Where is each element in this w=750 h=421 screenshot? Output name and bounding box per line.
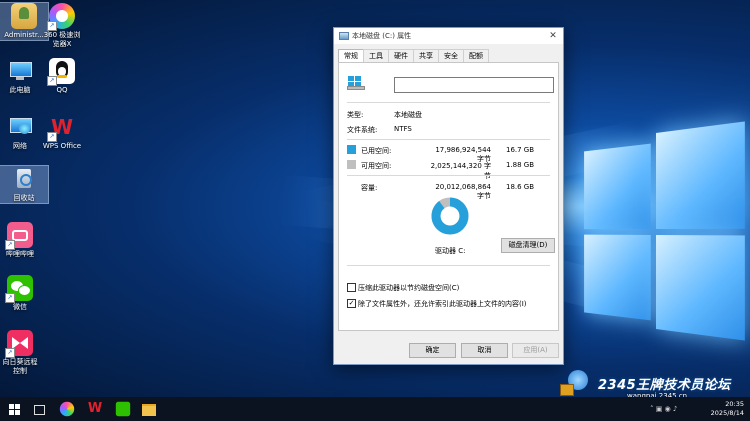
desktop-icon-label: 微信 — [13, 303, 27, 311]
type-label: 类型: — [347, 111, 364, 119]
desktop: Administr... ↗ 360 极速浏 览器X 此电脑 ↗ QQ 网络 W… — [0, 0, 750, 397]
desktop-icon-bilibili[interactable]: ↗ 哔哩哔哩 — [0, 222, 44, 259]
desktop-icon-label: 向日葵远程 — [2, 358, 38, 366]
cancel-button[interactable]: 取消 — [461, 343, 508, 358]
recycle-bin-icon — [11, 166, 37, 192]
desktop-icon-label: 览器X — [52, 40, 72, 48]
drive-letter-label: 驱动器 C: — [435, 247, 466, 255]
free-space-label: 可用空间: — [361, 162, 392, 170]
desktop-icon-label: 360 极速浏 — [43, 31, 81, 39]
free-space-swatch — [347, 160, 356, 169]
tray-icons[interactable]: ˄ ▣ ◉ ♪ — [650, 405, 677, 413]
apply-button[interactable]: 应用(A) — [512, 343, 559, 358]
taskbar-file-explorer-icon[interactable] — [140, 400, 158, 418]
drive-icon — [339, 32, 349, 40]
network-icon — [7, 114, 33, 140]
disk-usage-donut — [431, 197, 469, 235]
taskbar-wps-icon[interactable]: W — [86, 400, 104, 418]
windows-logo — [584, 121, 745, 341]
filesystem-label: 文件系统: — [347, 126, 378, 134]
desktop-icon-qq[interactable]: ↗ QQ — [38, 58, 86, 95]
360-browser-icon: ↗ — [47, 3, 75, 31]
tab-hardware[interactable]: 硬件 — [388, 49, 414, 62]
compress-checkbox[interactable] — [347, 283, 356, 292]
divider — [347, 139, 550, 140]
taskbar: W ˄ ▣ ◉ ♪ 20:35 2025/8/14 — [0, 397, 750, 421]
desktop-icon-label: 哔哩哔哩 — [6, 250, 34, 258]
disk-properties-dialog: 本地磁盘 (C:) 属性 ✕ 常规 工具 硬件 共享 安全 配额 类型: 本地磁… — [333, 27, 564, 365]
wps-office-icon: W ↗ — [47, 114, 75, 142]
bilibili-icon: ↗ — [5, 222, 33, 250]
desktop-icon-sunlogin[interactable]: ↗ 向日葵远程 控制 — [0, 330, 44, 376]
divider — [347, 102, 550, 103]
desktop-icon-label: 回收站 — [13, 194, 35, 202]
donut-used-segment — [431, 197, 469, 235]
drive-name-input[interactable] — [394, 77, 554, 93]
type-value: 本地磁盘 — [394, 111, 422, 119]
dialog-title: 本地磁盘 (C:) 属性 — [352, 32, 412, 40]
used-space-gb: 16.7 GB — [506, 146, 535, 154]
divider — [347, 175, 550, 176]
disk-cleanup-button[interactable]: 磁盘清理(D) — [501, 238, 555, 253]
desktop-icon-wechat[interactable]: ↗ 微信 — [0, 275, 44, 312]
tab-strip: 常规 工具 硬件 共享 安全 配额 — [338, 49, 489, 63]
ok-button[interactable]: 确定 — [409, 343, 456, 358]
divider — [347, 265, 550, 266]
dialog-titlebar[interactable]: 本地磁盘 (C:) 属性 ✕ — [334, 28, 563, 44]
general-panel: 类型: 本地磁盘 文件系统: NTFS 已用空间: 17,986,924,544… — [338, 62, 559, 331]
tab-tools[interactable]: 工具 — [363, 49, 389, 62]
free-space-gb: 1.88 GB — [506, 161, 535, 169]
desktop-icon-label: QQ — [56, 86, 68, 94]
sunlogin-icon: ↗ — [5, 330, 33, 358]
filesystem-value: NTFS — [394, 125, 412, 133]
taskbar-360-browser-icon[interactable] — [59, 401, 75, 417]
compress-label: 压缩此驱动器以节约磁盘空间(C) — [358, 284, 460, 292]
desktop-icon-label: 控制 — [13, 367, 27, 375]
task-view-icon[interactable] — [30, 400, 48, 418]
desktop-icon-wps-office[interactable]: W ↗ WPS Office — [38, 114, 86, 151]
used-space-swatch — [347, 145, 356, 154]
desktop-icon-360-browser[interactable]: ↗ 360 极速浏 览器X — [38, 3, 86, 49]
index-label: 除了文件属性外，还允许索引此驱动器上文件的内容(I) — [358, 300, 527, 308]
tab-general[interactable]: 常规 — [338, 49, 364, 63]
capacity-label: 容量: — [361, 184, 378, 192]
system-clock[interactable]: 20:35 2025/8/14 — [711, 400, 744, 418]
desktop-icon-recycle-bin[interactable]: 回收站 — [0, 165, 49, 204]
clock-date: 2025/8/14 — [710, 409, 744, 417]
tab-security[interactable]: 安全 — [438, 49, 464, 62]
user-folder-icon — [11, 3, 37, 29]
free-space-bytes: 2,025,144,320 字节 — [430, 162, 491, 180]
taskbar-wechat-icon[interactable] — [115, 401, 131, 417]
index-checkbox[interactable]: ✓ — [347, 299, 356, 308]
capacity-gb: 18.6 GB — [506, 183, 535, 191]
close-button[interactable]: ✕ — [543, 31, 563, 41]
clock-time: 20:35 — [725, 400, 744, 408]
wechat-icon: ↗ — [5, 275, 33, 303]
desktop-icon-label: WPS Office — [42, 142, 82, 150]
forum-watermark: 2345王牌技术员论坛 — [598, 378, 731, 393]
forum-logo-icon — [560, 370, 594, 397]
start-button[interactable] — [6, 400, 24, 418]
computer-icon — [7, 58, 33, 84]
used-space-label: 已用空间: — [361, 147, 392, 155]
windows-drive-icon — [347, 75, 365, 91]
tab-sharing[interactable]: 共享 — [413, 49, 439, 62]
tab-quota[interactable]: 配额 — [463, 49, 489, 62]
qq-penguin-icon: ↗ — [47, 58, 75, 86]
